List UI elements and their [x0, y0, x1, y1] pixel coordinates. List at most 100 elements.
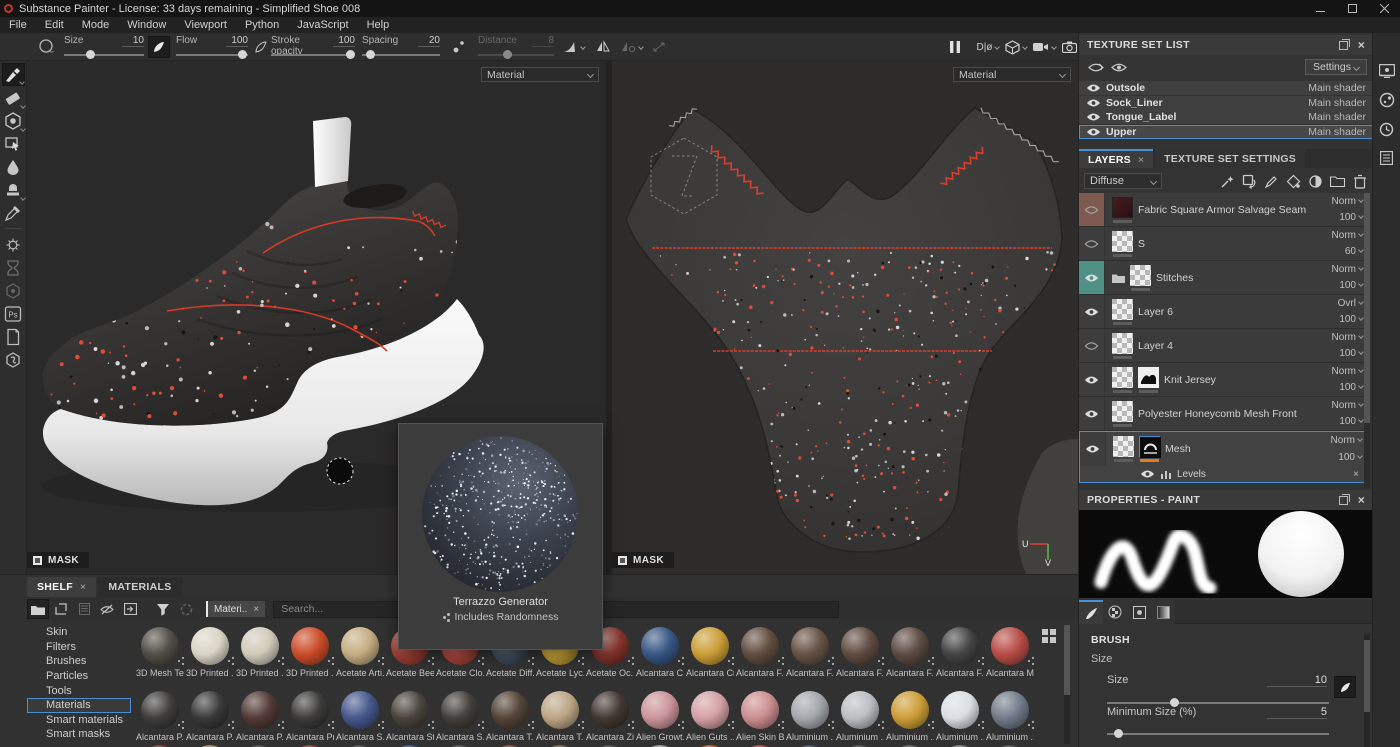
close-button[interactable]	[1368, 0, 1400, 17]
tab-material-properties[interactable]	[1151, 600, 1175, 624]
blend-mode-select[interactable]: Norm	[1331, 435, 1362, 446]
texture-set-settings-button[interactable]: Settings	[1305, 59, 1367, 75]
material-item[interactable]: Aluminium ...	[885, 691, 935, 742]
opacity-select[interactable]: 100	[1339, 280, 1363, 291]
flow-slider[interactable]	[176, 54, 248, 56]
layer-content[interactable]: Polyester Honeycomb Mesh Front	[1105, 397, 1318, 430]
menu-help[interactable]: Help	[358, 19, 399, 31]
material-item[interactable]: Aluminium ...	[985, 691, 1035, 742]
close-panel-icon[interactable]: ×	[1358, 39, 1365, 51]
float-panel-icon[interactable]	[1339, 496, 1348, 505]
opacity-select[interactable]: 60	[1345, 246, 1363, 257]
tab-layers-close-icon[interactable]: ×	[1138, 154, 1144, 166]
float-panel-icon[interactable]	[1339, 41, 1348, 50]
add-effect-icon[interactable]	[1219, 173, 1236, 190]
viewport3d-material-dropdown[interactable]: Material	[481, 67, 599, 82]
layer-row[interactable]: Layer 4Norm100	[1079, 329, 1368, 363]
viewport2d-material-dropdown[interactable]: Material	[953, 67, 1071, 82]
layer-mask-image[interactable]	[1139, 436, 1160, 457]
menu-javascript[interactable]: JavaScript	[288, 19, 357, 31]
material-item[interactable]: Alcantara F...	[785, 627, 835, 678]
menu-window[interactable]: Window	[118, 19, 175, 31]
grid-view-icon[interactable]	[1042, 629, 1058, 645]
flow-value[interactable]: 100	[226, 35, 248, 47]
channel-filter-dropdown[interactable]: Diffuse	[1084, 173, 1162, 189]
layer-thumb-image[interactable]	[1112, 401, 1133, 422]
shelf-category-materials[interactable]: Materials	[27, 698, 131, 713]
layer-visibility-toggle[interactable]	[1079, 397, 1105, 430]
shader-settings-icon[interactable]	[1377, 90, 1397, 110]
spacing-slider[interactable]	[362, 54, 440, 56]
tab-layers[interactable]: LAYERS×	[1079, 149, 1153, 168]
tab-shelf[interactable]: SHELF×	[27, 577, 96, 597]
material-item[interactable]: 3D Printed ...	[285, 627, 335, 678]
prop-size-value[interactable]: 10	[1267, 674, 1327, 687]
layer-effect-row[interactable]: Levels×	[1080, 466, 1367, 482]
blend-mode-select[interactable]: Norm	[1332, 366, 1363, 377]
log-icon[interactable]	[1377, 148, 1397, 168]
layer-content[interactable]: Fabric Square Armor Salvage Seam	[1105, 193, 1318, 226]
menu-mode[interactable]: Mode	[73, 19, 119, 31]
display-settings-icon[interactable]	[1377, 61, 1397, 81]
layer-mask-image[interactable]	[1138, 367, 1159, 388]
add-mask-icon[interactable]	[1307, 173, 1324, 190]
material-item[interactable]: Alcantara F...	[735, 627, 785, 678]
material-item[interactable]: Aluminium ...	[785, 691, 835, 742]
effects-tool-icon[interactable]	[2, 233, 25, 256]
blend-mode-select[interactable]: Norm	[1332, 264, 1363, 275]
shelf-category-smart-masks[interactable]: Smart masks	[27, 727, 131, 742]
clone-stamp-tool-icon[interactable]	[2, 178, 25, 201]
substance-share-tool-icon[interactable]	[2, 348, 25, 371]
layers-scrollbar[interactable]	[1364, 193, 1370, 488]
size-slider-handle[interactable]	[86, 50, 95, 59]
spacing-slider-handle[interactable]	[366, 50, 375, 59]
layer-thumb-image[interactable]	[1112, 299, 1133, 320]
material-item[interactable]: Alcantara F...	[885, 627, 935, 678]
material-item[interactable]: Alcantara Zi...	[585, 691, 635, 742]
add-fill-layer-icon[interactable]	[1241, 173, 1258, 190]
toggle-all-visibility-icon[interactable]	[1085, 57, 1107, 77]
prop-size-slider[interactable]	[1107, 702, 1329, 704]
material-item[interactable]: Alcantara F...	[835, 627, 885, 678]
menu-viewport[interactable]: Viewport	[175, 19, 236, 31]
layer-row[interactable]: Layer 6Ovrl100	[1079, 295, 1368, 329]
layer-thumb-image[interactable]	[1112, 367, 1133, 388]
layer-visibility-toggle[interactable]	[1079, 363, 1105, 396]
layer-row[interactable]: SNorm60	[1079, 227, 1368, 261]
viewport2d-mask-toggle[interactable]: MASK	[612, 552, 674, 568]
minimize-button[interactable]	[1304, 0, 1336, 17]
layer-row[interactable]: Knit JerseyNorm100	[1079, 363, 1368, 397]
layer-content[interactable]: Stitches	[1105, 261, 1318, 294]
material-item[interactable]: Alien Guts ...	[685, 691, 735, 742]
prop-min-size-slider[interactable]	[1107, 733, 1329, 735]
viewport-2d[interactable]: Material MASK U V	[612, 61, 1078, 574]
shelf-category-particles[interactable]: Particles	[27, 669, 131, 684]
prop-falloff-button[interactable]	[1334, 676, 1356, 698]
remove-effect-icon[interactable]: ×	[1353, 469, 1359, 480]
layer-visibility-toggle[interactable]	[1080, 432, 1106, 466]
material-item[interactable]: Alcantara F...	[935, 627, 985, 678]
symmetry-icon[interactable]	[592, 36, 614, 58]
layer-content[interactable]: Layer 6	[1105, 295, 1318, 328]
spacing-control[interactable]: Spacing20	[362, 35, 440, 59]
material-item[interactable]: Alcantara P...	[235, 691, 285, 742]
prop-min-size-slider-handle[interactable]	[1114, 729, 1123, 738]
blend-mode-select[interactable]: Ovrl	[1338, 298, 1363, 309]
tab-texture-set-settings[interactable]: TEXTURE SET SETTINGS	[1155, 149, 1305, 168]
smudge-tool-icon[interactable]	[2, 155, 25, 178]
eraser-tool-icon[interactable]	[2, 86, 25, 109]
material-item[interactable]: Alcantara St...	[385, 691, 435, 742]
substance-tool-dim-icon[interactable]	[2, 279, 25, 302]
material-item[interactable]: Alcantara Cr...	[685, 627, 735, 678]
camera-view-button[interactable]	[1031, 36, 1057, 58]
pause-engine-button[interactable]	[944, 36, 966, 58]
shelf-category-smart-materials[interactable]: Smart materials	[27, 713, 131, 728]
material-item[interactable]: Alcantara T...	[485, 691, 535, 742]
shelf-folder-icon[interactable]	[27, 599, 49, 619]
opacity-select[interactable]: 100	[1339, 212, 1363, 223]
layer-thumb-image[interactable]	[1112, 333, 1133, 354]
material-item[interactable]: Aluminium ...	[835, 691, 885, 742]
spacing-value[interactable]: 20	[418, 35, 440, 47]
material-item[interactable]: Acetate Arti...	[335, 627, 385, 678]
size-control[interactable]: Size10	[64, 35, 144, 59]
